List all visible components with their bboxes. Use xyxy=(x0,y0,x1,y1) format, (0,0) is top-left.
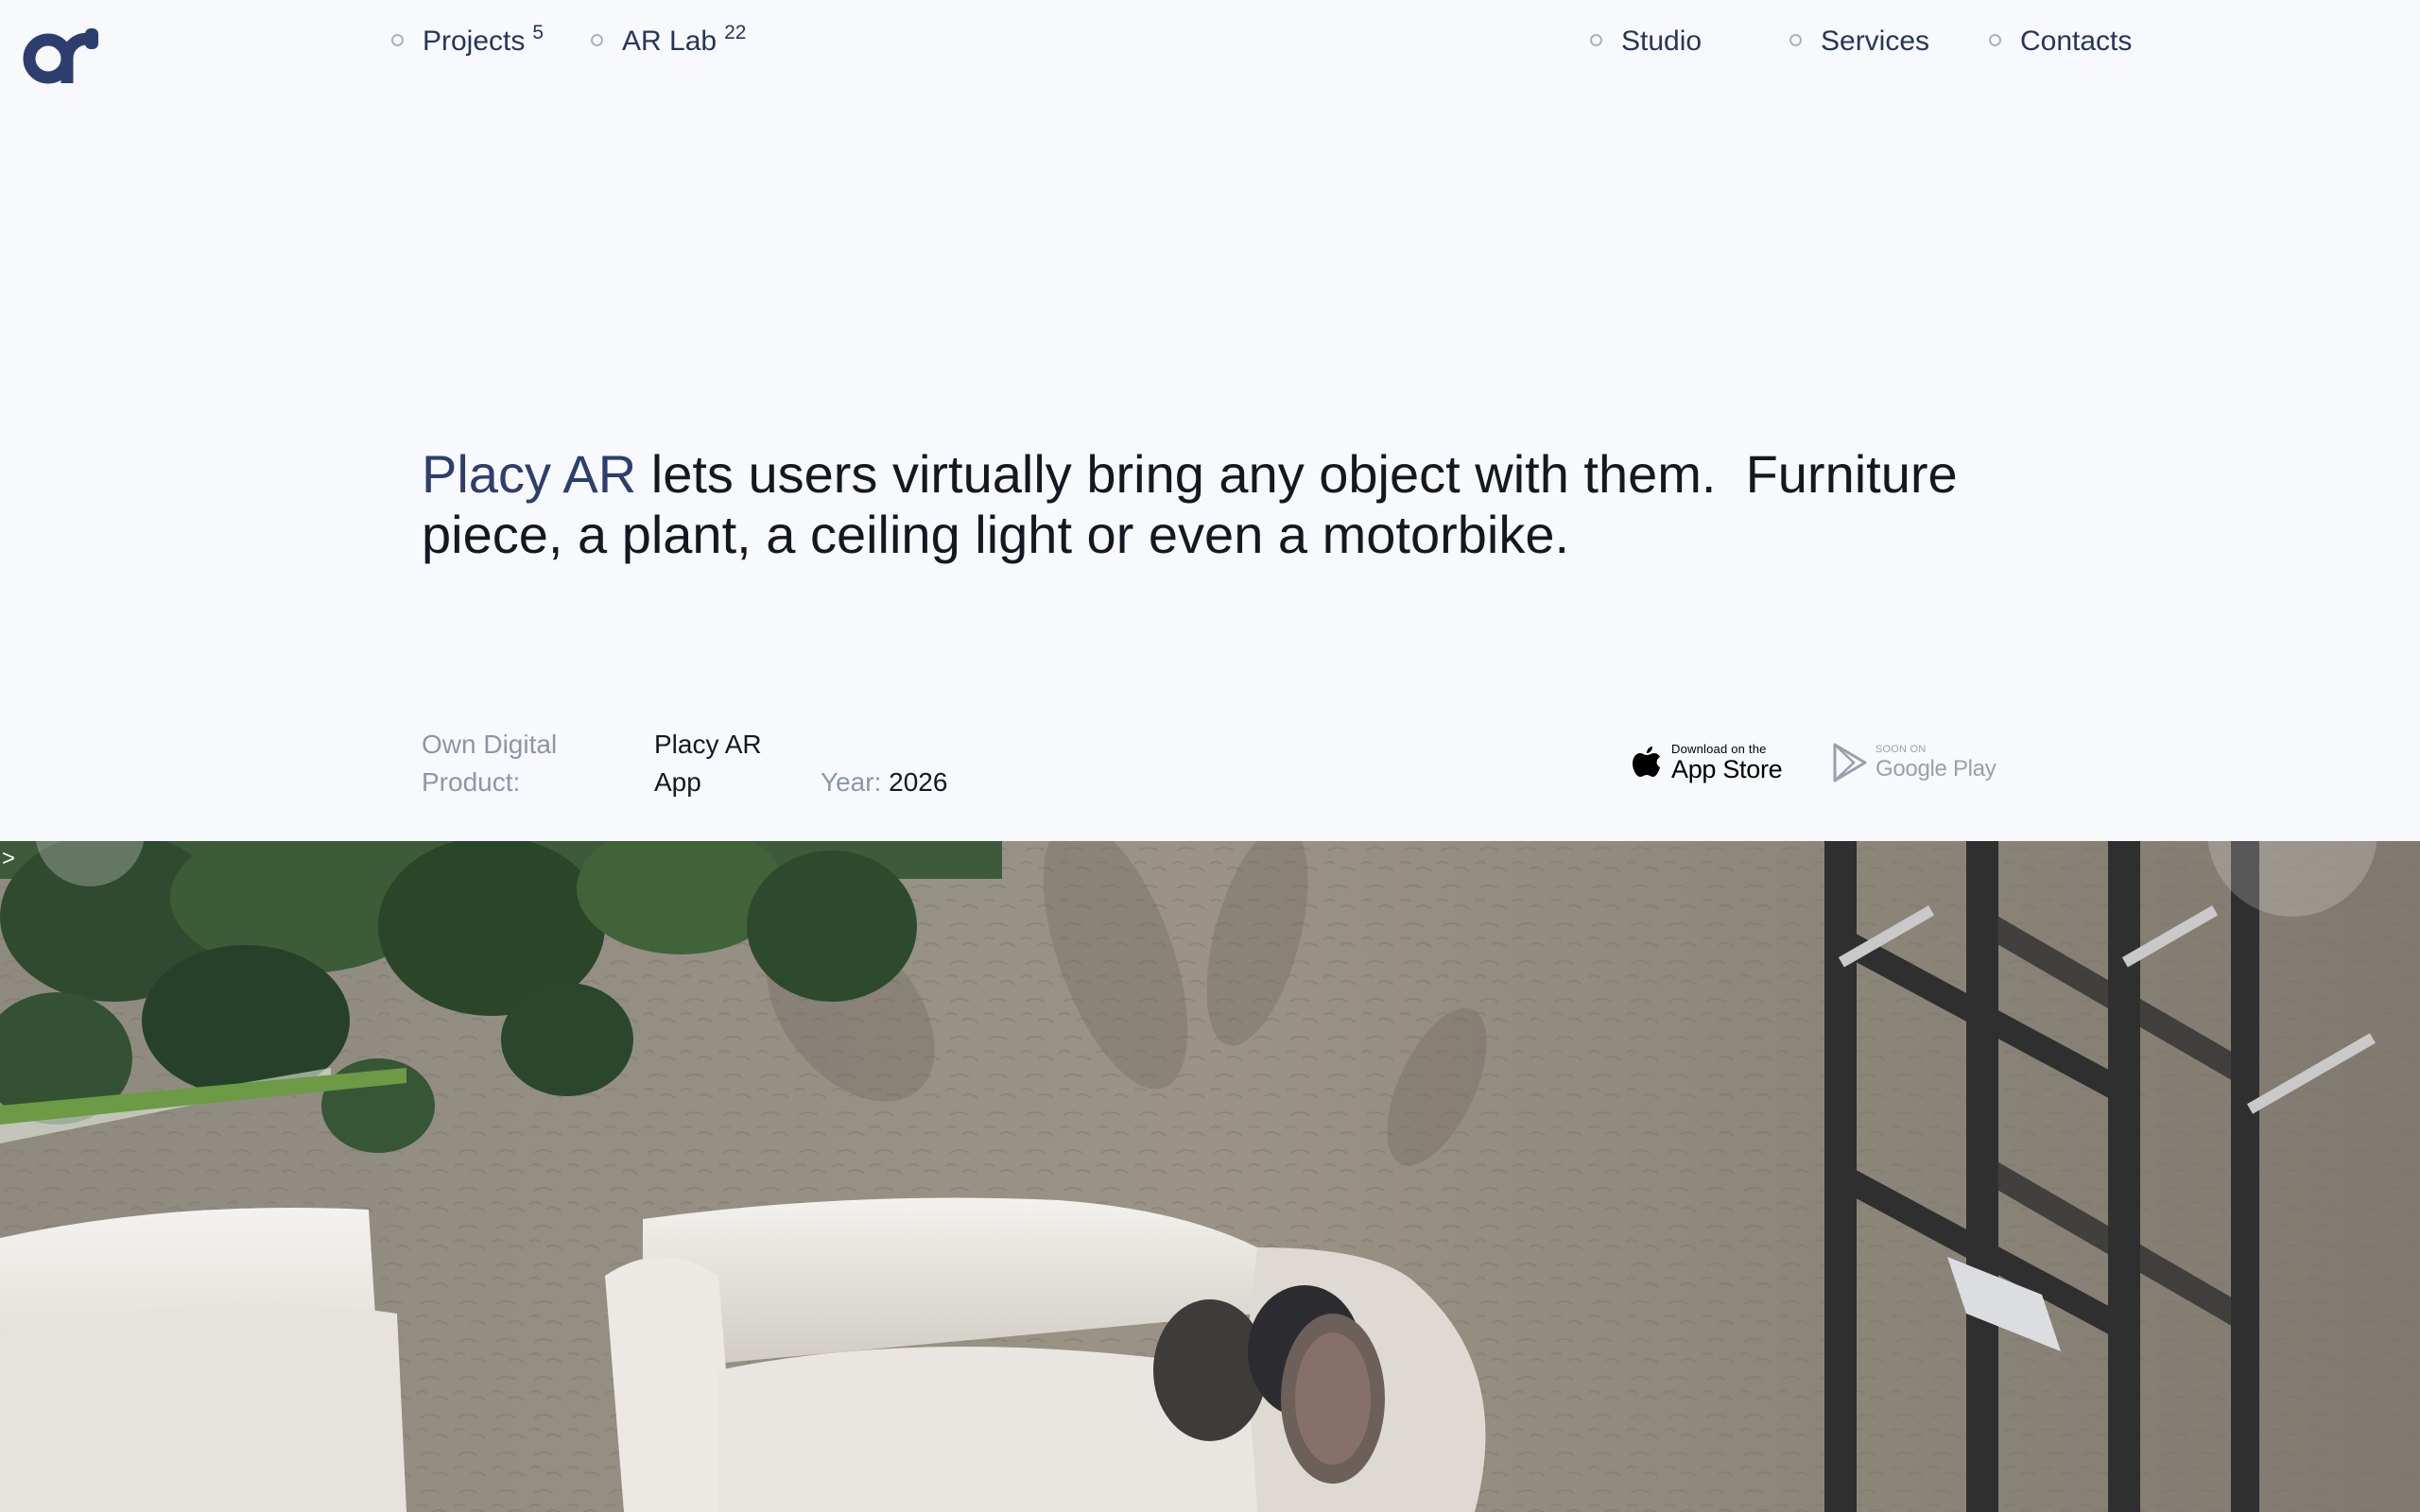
brand-name: Placy AR xyxy=(422,444,637,504)
hero-corner-glyph: > xyxy=(2,846,15,871)
project-headline: Placy AR lets users virtually bring any … xyxy=(422,444,2029,565)
nav-services-label: Services xyxy=(1821,26,1930,57)
hero-scene: > xyxy=(0,841,2420,1512)
nav-ar-lab-label: AR Lab xyxy=(622,26,717,57)
product-type-label: Own Digital Product: xyxy=(422,730,558,797)
nav-projects-label: Projects xyxy=(423,26,526,57)
google-play-button[interactable]: SOON ON Google Play xyxy=(1832,743,1996,782)
google-play-icon xyxy=(1833,743,1867,782)
nav-bullet-icon xyxy=(1989,34,2001,46)
app-store-small-text: Download on the xyxy=(1671,742,1767,756)
nav-studio-label: Studio xyxy=(1621,26,1703,57)
app-store-big-text: App Store xyxy=(1671,755,1783,783)
logo-icon[interactable] xyxy=(23,26,98,85)
apple-icon xyxy=(1633,747,1660,777)
nav-ar-lab[interactable]: AR Lab 22 xyxy=(591,21,746,62)
year-info: Year: 2026 xyxy=(821,764,947,801)
nav-bullet-icon xyxy=(391,34,404,46)
headline-line2: piece, a plant, a ceiling light or even … xyxy=(422,505,1570,564)
nav-contacts[interactable]: Contacts xyxy=(1989,21,2132,62)
year-label: Year: xyxy=(821,767,882,797)
nav-ar-lab-count: 22 xyxy=(724,22,747,43)
nav-services[interactable]: Services xyxy=(1789,21,1929,62)
nav-bullet-icon xyxy=(1789,34,1802,46)
product-type-value: Placy AR App xyxy=(654,730,762,797)
nav-projects-count: 5 xyxy=(532,22,544,43)
google-play-big-text: Google Play xyxy=(1876,756,1996,782)
nav-contacts-label: Contacts xyxy=(2020,26,2133,57)
app-store-button[interactable]: Download on the App Store xyxy=(1632,742,1783,783)
nav-projects[interactable]: Projects 5 xyxy=(391,21,544,62)
nav-bullet-icon xyxy=(1590,34,1602,46)
hero-ar-image: > xyxy=(0,841,2420,1512)
nav-bullet-icon xyxy=(591,34,603,46)
nav-studio[interactable]: Studio xyxy=(1590,21,1702,62)
year-value: 2026 xyxy=(889,767,948,797)
headline-line1: lets users virtually bring any object wi… xyxy=(636,444,1958,504)
google-play-small-text: SOON ON xyxy=(1876,744,1927,755)
